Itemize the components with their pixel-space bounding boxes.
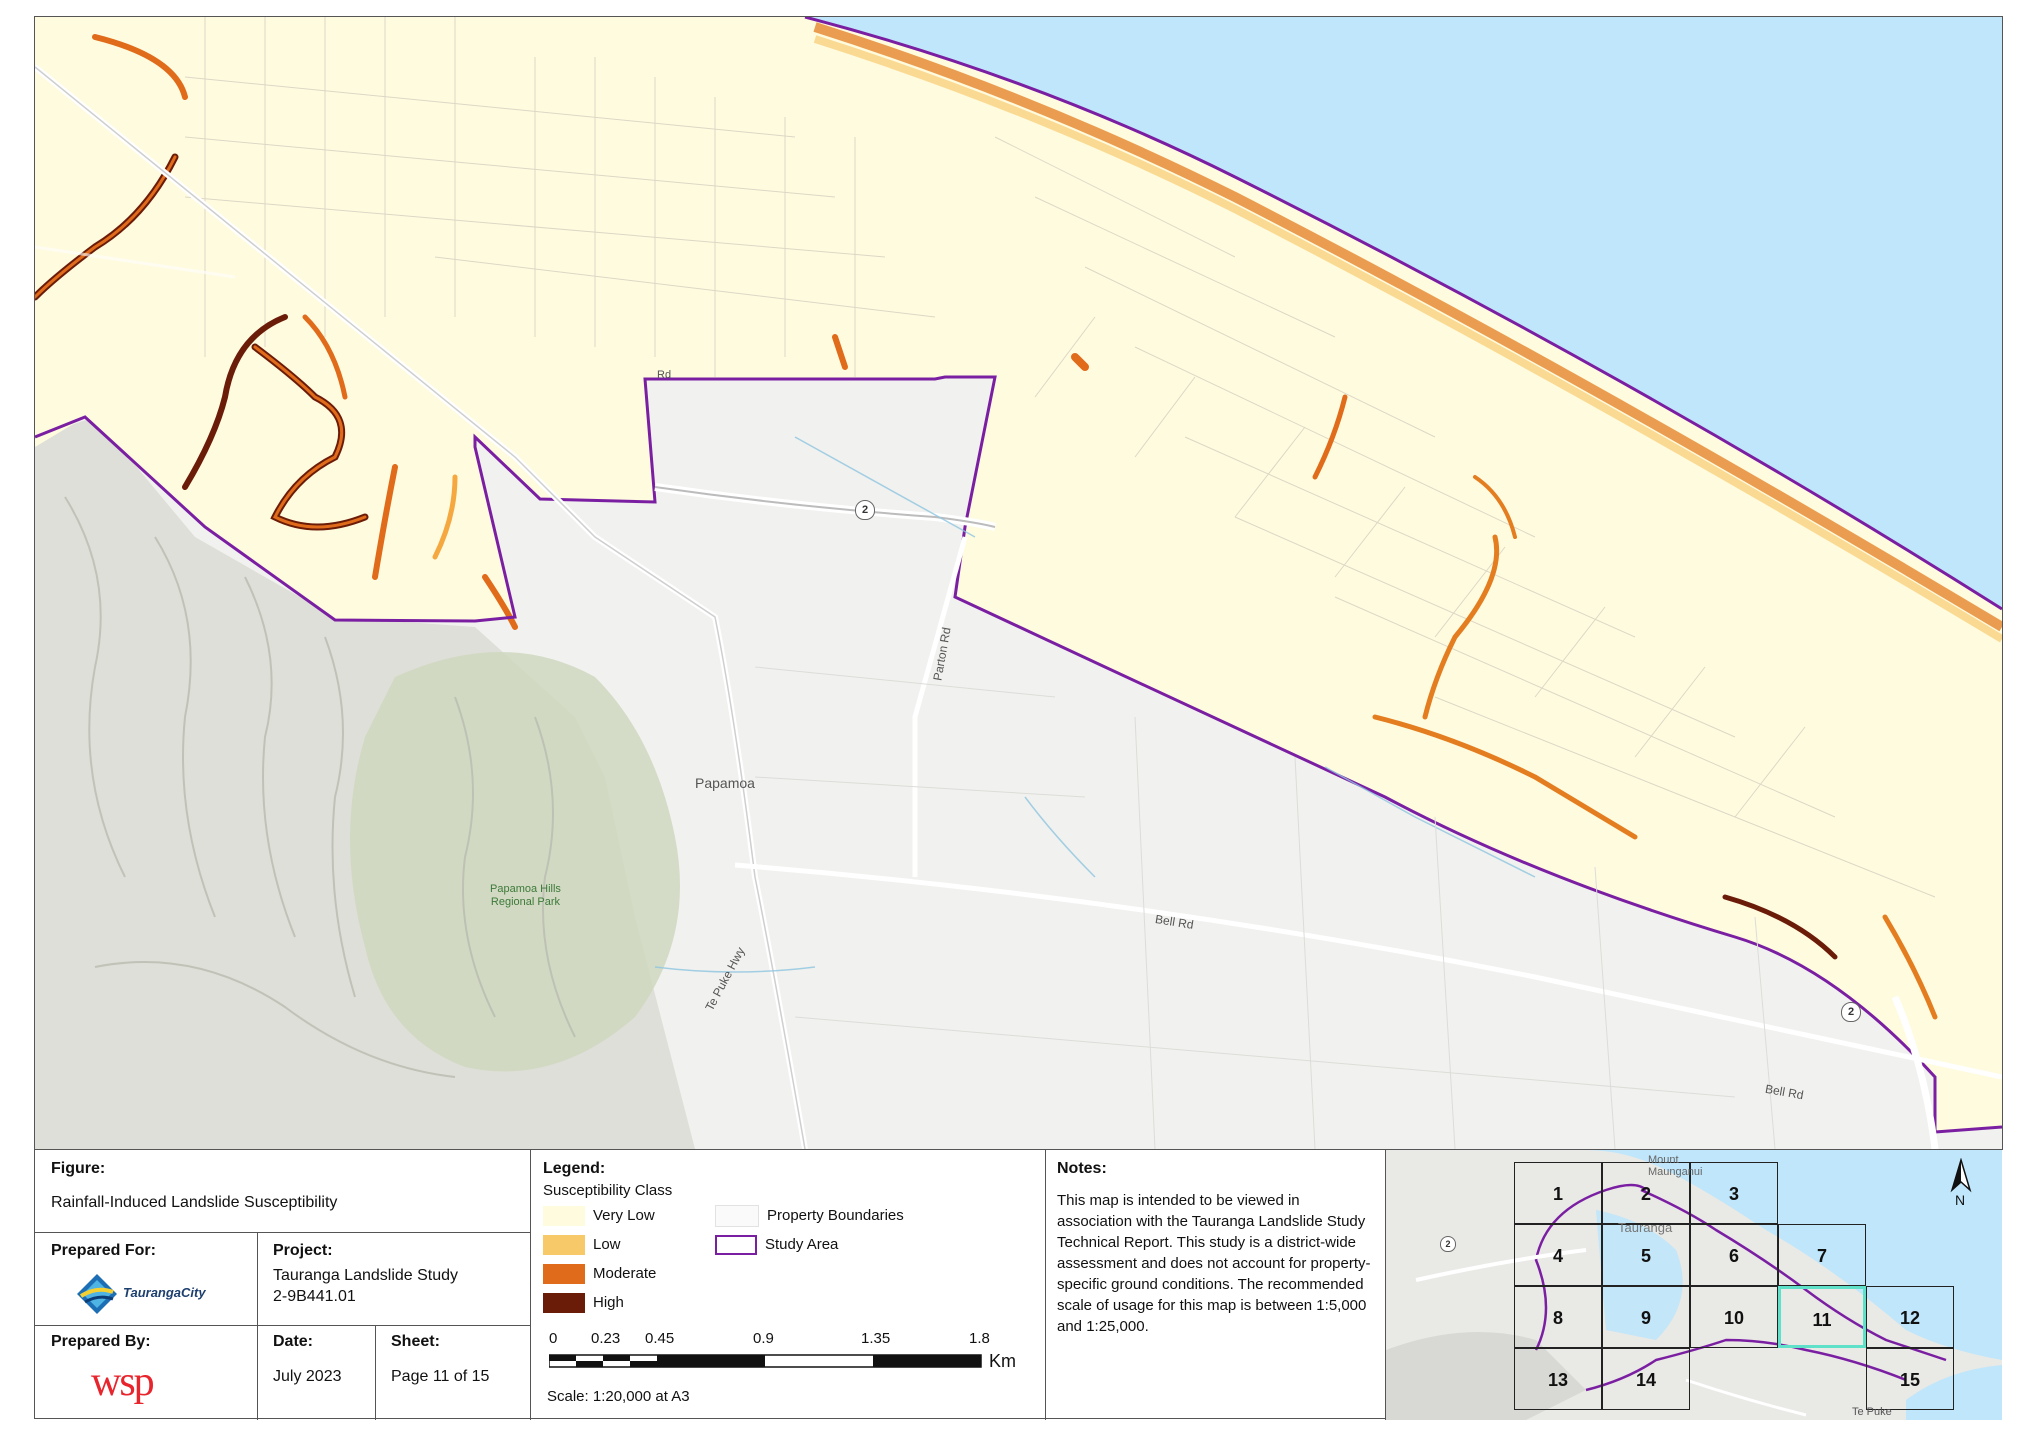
mount-maunganui-label: Mount Maunganui	[1648, 1154, 1703, 1178]
legend-item-very-low: Very Low	[543, 1204, 655, 1228]
notes-title: Notes:	[1057, 1160, 1107, 1177]
divider	[35, 1325, 530, 1326]
legend-subtitle: Susceptibility Class	[543, 1182, 673, 1199]
regional-park-area	[350, 652, 680, 1072]
main-map[interactable]: Papamoa Papamoa Hills Regional Park Part…	[34, 16, 2003, 1150]
project-name: Tauranga Landslide Study	[273, 1267, 459, 1284]
legend-item-low: Low	[543, 1233, 621, 1257]
inset-sheet-7[interactable]: 7	[1778, 1224, 1866, 1286]
property-boundaries-label: Property Boundaries	[767, 1207, 904, 1224]
inset-sheet-3[interactable]: 3	[1690, 1162, 1778, 1224]
inset-sheet-1[interactable]: 1	[1514, 1162, 1602, 1224]
divider	[1045, 1150, 1046, 1420]
legend-swatch	[543, 1235, 585, 1256]
inset-sheet-11[interactable]: 11	[1778, 1286, 1866, 1348]
date-label: Date:	[273, 1333, 314, 1350]
legend-item-label: Moderate	[593, 1265, 657, 1282]
legend-item-label: Low	[593, 1236, 621, 1253]
divider	[530, 1150, 531, 1420]
te-puke-label: Te Puke	[1852, 1406, 1892, 1418]
project-number: 2-9B441.01	[273, 1288, 356, 1305]
scale-bar	[549, 1354, 982, 1368]
tauranga-city-logo: TaurangaCity	[75, 1270, 245, 1320]
inset-sheet-6[interactable]: 6	[1690, 1224, 1778, 1286]
sheet-value: Page 11 of 15	[391, 1368, 490, 1385]
prepared-for-label: Prepared For:	[51, 1242, 156, 1259]
legend-swatch	[543, 1264, 585, 1285]
divider	[257, 1232, 258, 1420]
prepared-by-label: Prepared By:	[51, 1333, 151, 1350]
north-arrow-icon	[1950, 1157, 1972, 1193]
wsp-logo: wsp	[91, 1359, 155, 1405]
figure-title: Rainfall-Induced Landslide Susceptibilit…	[51, 1194, 338, 1211]
tauranga-logo-text: TaurangaCity	[123, 1285, 206, 1300]
inset-sheet-12[interactable]: 12	[1866, 1286, 1954, 1348]
inset-highway-shield: 2	[1440, 1236, 1456, 1252]
notes-body: This map is intended to be viewed in ass…	[1057, 1192, 1371, 1335]
legend-property-boundaries: Property Boundaries	[715, 1204, 904, 1228]
papamoa-label: Papamoa	[695, 775, 755, 791]
scale-tick-label: 0.45	[645, 1330, 675, 1347]
legend-title: Legend:	[543, 1160, 606, 1177]
scale-tick-label: 0.23	[591, 1330, 621, 1347]
highway-2-shield: 2	[855, 500, 875, 520]
legend-study-area: Study Area	[715, 1233, 838, 1257]
map-canvas	[35, 17, 2002, 1149]
rd-fragment-label: Rd	[657, 369, 672, 381]
legend-swatch	[543, 1293, 585, 1314]
project-label: Project:	[273, 1242, 333, 1259]
divider	[375, 1325, 376, 1420]
inset-sheet-4[interactable]: 4	[1514, 1224, 1602, 1286]
legend-item-label: High	[593, 1294, 624, 1311]
inset-sheet-13[interactable]: 13	[1514, 1348, 1602, 1410]
sheet-label: Sheet:	[391, 1333, 440, 1350]
inset-sheet-15[interactable]: 15	[1866, 1348, 1954, 1410]
scale-tick-label: 0	[549, 1330, 558, 1347]
north-label: N	[1955, 1192, 1966, 1208]
regional-park-label: Papamoa Hills Regional Park	[490, 883, 561, 908]
inset-sheet-8[interactable]: 8	[1514, 1286, 1602, 1348]
legend-swatch	[543, 1206, 585, 1227]
study-area-swatch	[715, 1235, 757, 1256]
figure-label: Figure:	[51, 1160, 106, 1177]
scale-unit: Km	[989, 1351, 1016, 1371]
inset-map: 1 2 3 4 5 6 7 8 9 10 11 12 13 14 15 Mount Maunganui Ta…	[1386, 1150, 2002, 1420]
study-area-label: Study Area	[765, 1236, 839, 1253]
legend-item-high: High	[543, 1291, 624, 1315]
inset-sheet-10[interactable]: 10	[1690, 1286, 1778, 1348]
scale-tick-label: 0.9	[753, 1330, 774, 1347]
legend-item-label: Very Low	[593, 1207, 655, 1224]
legend-item-moderate: Moderate	[543, 1262, 656, 1286]
divider	[35, 1232, 530, 1233]
tauranga-label: Tauranga	[1618, 1220, 1673, 1235]
title-block: Figure: Rainfall-Induced Landslide Susce…	[34, 1149, 2002, 1420]
date-value: July 2023	[273, 1368, 342, 1385]
tauranga-logo-icon	[77, 1274, 117, 1314]
scale-tick-label: 1.35	[861, 1330, 891, 1347]
inset-sheet-14[interactable]: 14	[1602, 1348, 1690, 1410]
highway-2-shield: 2	[1841, 1002, 1861, 1022]
north-arrow: N	[1946, 1157, 1976, 1208]
property-boundaries-swatch	[715, 1205, 759, 1228]
scale-tick-label: 1.8	[969, 1330, 990, 1347]
scale-text: Scale: 1:20,000 at A3	[547, 1388, 690, 1405]
inset-sheet-9[interactable]: 9	[1602, 1286, 1690, 1348]
